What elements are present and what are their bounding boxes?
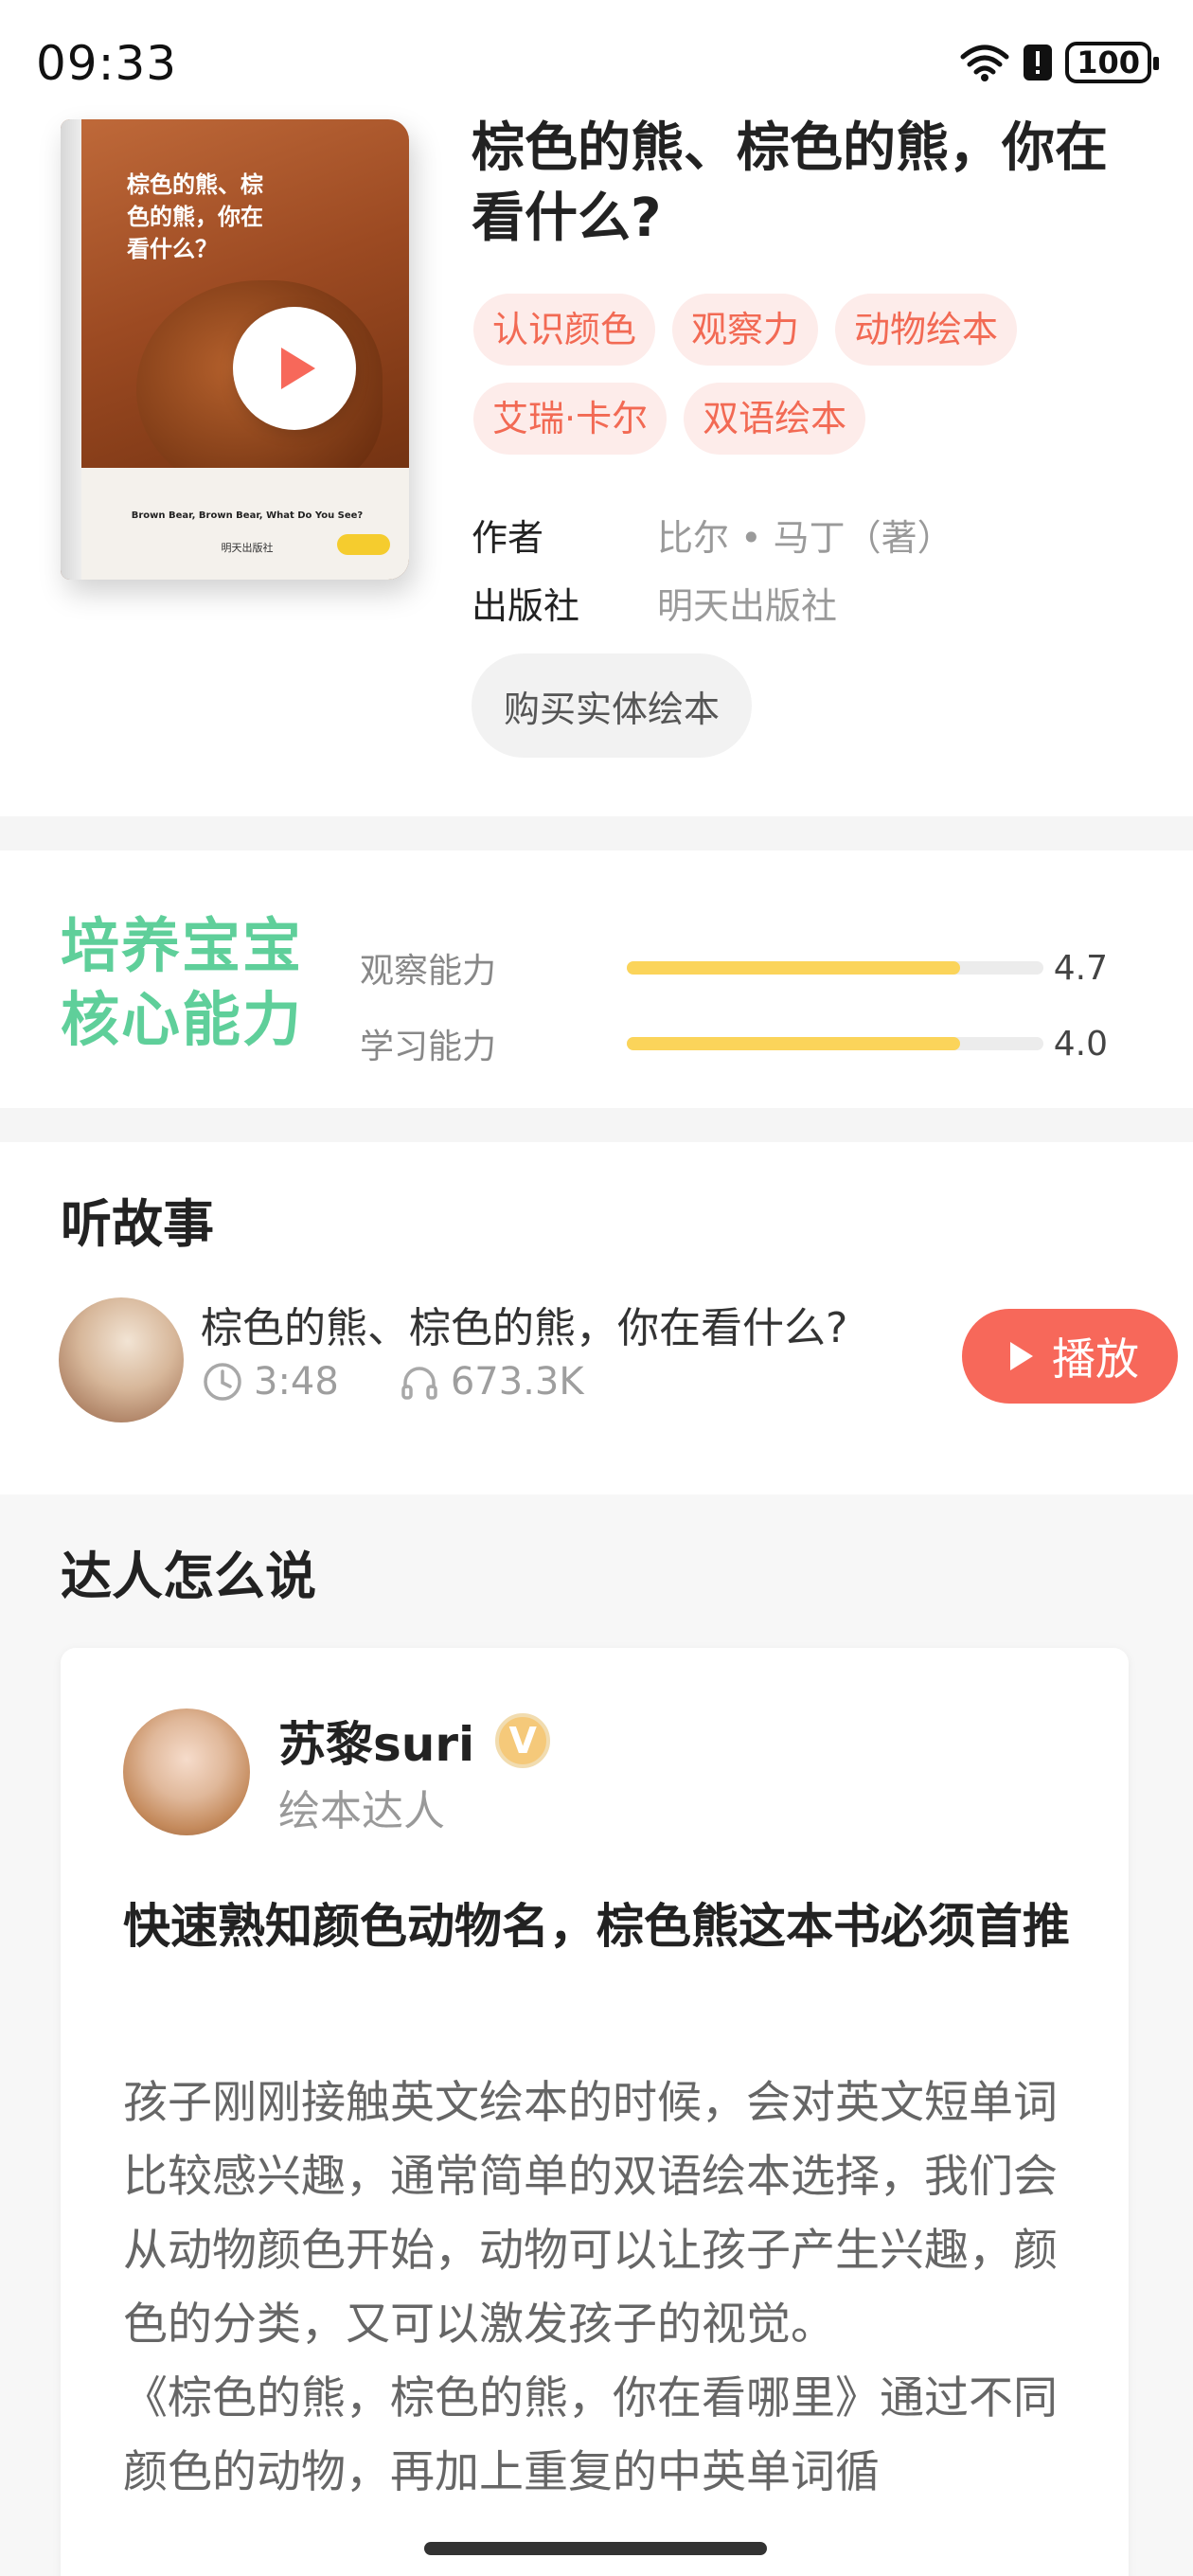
experts-section-title: 达人怎么说 — [61, 1547, 316, 1606]
cover-play-button[interactable] — [233, 307, 356, 430]
expert-avatar[interactable] — [123, 1708, 250, 1835]
play-label: 播放 — [1052, 1333, 1139, 1385]
abilities-title-line1: 培养宝宝 — [61, 911, 304, 980]
book-cover[interactable]: 棕色的熊、棕色的熊，你在看什么？ Brown Bear, Brown Bear,… — [61, 119, 409, 580]
review-paragraph: 《棕色的熊，棕色的熊，你在看哪里》通过不同颜色的动物，再加上重复的中英单词循 — [123, 2372, 1058, 2498]
story-play-button[interactable]: 播放 — [962, 1309, 1178, 1404]
cover-subtitle: Brown Bear, Brown Bear, What Do You See? — [131, 510, 364, 521]
status-time: 09:33 — [36, 36, 178, 91]
story-thumbnail[interactable] — [59, 1297, 184, 1422]
ability-score: 4.7 — [1053, 948, 1108, 988]
clock-icon — [204, 1363, 241, 1401]
author-value: 比尔 • 马丁（著） — [657, 516, 953, 559]
alert-icon — [1024, 45, 1053, 80]
cover-bottom-band — [81, 468, 409, 580]
review-paragraph: 孩子刚刚接触英文绘本的时候，会对英文短单词比较感兴趣，通常简单的双语绘本选择，我… — [123, 2077, 1058, 2351]
story-plays: 673.3K — [450, 1360, 584, 1404]
tag-list: 认识颜色 观察力 动物绘本 艾瑞·卡尔 双语绘本 — [473, 294, 1136, 455]
book-header: 棕色的熊、棕色的熊，你在看什么？ Brown Bear, Brown Bear,… — [0, 104, 1193, 816]
expert-role: 绘本达人 — [278, 1787, 445, 1835]
tag-chip[interactable]: 认识颜色 — [473, 294, 656, 366]
verified-badge-icon: V — [495, 1713, 551, 1768]
author-label: 作者 — [472, 516, 544, 559]
author-row: 作者 比尔 • 马丁（著） — [472, 500, 953, 568]
tag-chip[interactable]: 动物绘本 — [835, 294, 1018, 366]
buy-book-button[interactable]: 购买实体绘本 — [472, 653, 753, 758]
ability-bar — [627, 961, 1043, 975]
wifi-icon — [960, 45, 1009, 81]
ability-bar — [627, 1037, 1043, 1050]
play-icon — [281, 348, 315, 389]
tag-chip[interactable]: 观察力 — [672, 294, 819, 366]
review-body: 孩子刚刚接触英文绘本的时候，会对英文短单词比较感兴趣，通常简单的双语绘本选择，我… — [123, 2066, 1070, 2510]
listen-section-title: 听故事 — [61, 1194, 214, 1254]
abilities-title: 培养宝宝 核心能力 — [61, 909, 303, 1057]
play-icon — [1010, 1342, 1033, 1370]
ability-row: 学习能力 4.0 — [360, 1015, 1136, 1072]
listen-section: 听故事 棕色的熊、棕色的熊，你在看什么? 3:48 673.3K 播放 — [0, 1142, 1193, 1460]
battery-indicator: 100 — [1065, 42, 1159, 83]
plays-stat: 673.3K — [398, 1360, 584, 1404]
section-divider — [0, 816, 1193, 850]
book-meta: 作者 比尔 • 马丁（著） 出版社 明天出版社 — [472, 500, 953, 636]
abilities-section: 培养宝宝 核心能力 观察能力 4.7 学习能力 4.0 — [0, 852, 1193, 1108]
cover-title: 棕色的熊、棕色的熊，你在看什么？ — [127, 171, 263, 262]
review-headline: 快速熟知颜色动物名，棕色熊这本书必须首推 — [123, 1899, 1070, 1954]
story-stats: 3:48 673.3K — [201, 1360, 643, 1404]
expert-review-card[interactable]: 苏黎suri V 绘本达人 快速熟知颜色动物名，棕色熊这本书必须首推 孩子刚刚接… — [61, 1648, 1129, 2576]
ability-bar-fill — [627, 961, 960, 975]
tag-chip[interactable]: 艾瑞·卡尔 — [473, 383, 668, 455]
ability-label: 学习能力 — [360, 1028, 497, 1066]
duration-stat: 3:48 — [201, 1360, 339, 1404]
book-title: 棕色的熊、棕色的熊，你在看什么? — [472, 117, 1108, 249]
ability-row: 观察能力 4.7 — [360, 939, 1136, 996]
publisher-value: 明天出版社 — [657, 584, 838, 627]
tag-chip[interactable]: 双语绘本 — [684, 383, 866, 455]
abilities-title-line2: 核心能力 — [61, 985, 304, 1054]
home-indicator[interactable] — [424, 2542, 767, 2555]
story-duration: 3:48 — [254, 1360, 339, 1404]
section-divider — [0, 1108, 1193, 1142]
ability-bar-fill — [627, 1037, 960, 1050]
experts-section: 达人怎么说 苏黎suri V 绘本达人 快速熟知颜色动物名，棕色熊这本书必须首推… — [0, 1494, 1193, 2576]
expert-name-row: 苏黎suri V — [278, 1707, 551, 1775]
publisher-label: 出版社 — [472, 584, 580, 627]
expert-name[interactable]: 苏黎suri — [278, 1707, 474, 1775]
status-icons: 100 — [959, 42, 1159, 83]
story-name[interactable]: 棕色的熊、棕色的熊，你在看什么? — [201, 1294, 847, 1354]
ability-label: 观察能力 — [360, 952, 497, 991]
headphones-icon — [401, 1367, 437, 1400]
ability-score: 4.0 — [1053, 1024, 1108, 1064]
cover-badge — [337, 534, 390, 555]
publisher-row: 出版社 明天出版社 — [472, 568, 953, 636]
